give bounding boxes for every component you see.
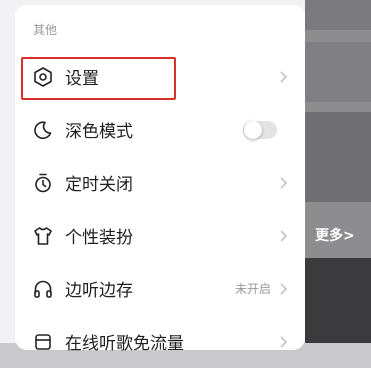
moon-icon [31,118,55,142]
background-card [305,112,371,202]
menu-item-free-data-streaming[interactable]: 在线听歌免流量 [15,315,305,368]
status-value: 未开启 [234,282,271,296]
menu-item-label: 深色模式 [65,122,133,142]
menu-item-timer-off[interactable]: 定时关闭 [15,156,305,209]
menu-item-label: 个性装扮 [65,228,133,248]
menu-item-listen-and-save[interactable]: 边听边存 未开启 [15,262,305,315]
menu-item-label: 在线听歌免流量 [65,334,184,354]
chevron-right-icon [277,335,291,349]
dark-mode-toggle[interactable] [243,120,277,139]
section-title: 其他 [33,23,58,37]
toggle-knob [244,120,262,139]
chevron-right-icon [277,70,291,84]
menu-item-personal-theme[interactable]: 个性装扮 [15,209,305,262]
headphones-icon [31,277,55,301]
menu-item-label: 边听边存 [65,281,133,301]
menu-item-label: 定时关闭 [65,175,133,195]
menu-item-dark-mode[interactable]: 深色模式 [15,103,305,156]
more-link[interactable]: 更多> [315,225,355,245]
chevron-right-icon [277,176,291,190]
tshirt-icon [31,224,55,248]
highlight-box [21,57,176,100]
background-card [305,258,371,343]
chevron-right-icon [277,229,291,243]
chevron-right-icon [277,282,291,296]
timer-icon [31,171,55,195]
background-card [305,42,371,102]
background-content: 更多> [305,0,371,343]
background-card [305,0,371,30]
sim-card-icon [31,330,55,354]
